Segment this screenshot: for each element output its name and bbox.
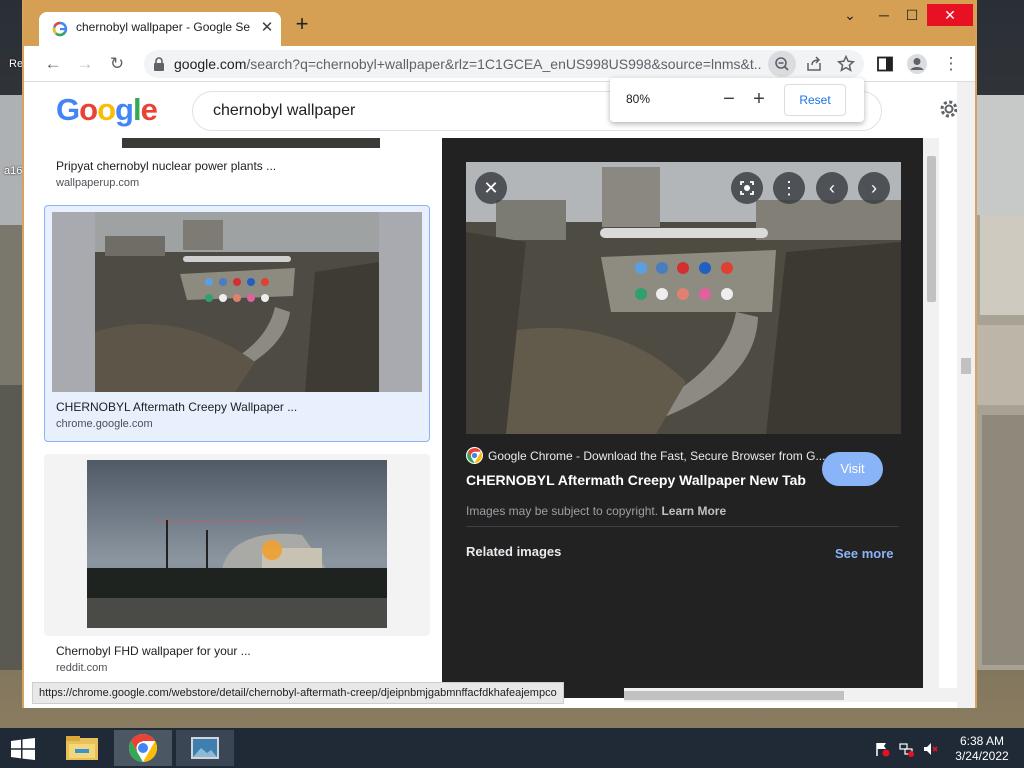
chernobyl-fhd-thumbnail-image	[87, 460, 387, 628]
result-image-partial[interactable]	[122, 138, 380, 148]
google-favicon-icon	[52, 21, 68, 37]
file-explorer-taskbar-button[interactable]	[53, 730, 111, 766]
maximize-button[interactable]: ☐	[892, 4, 932, 26]
divider	[466, 526, 899, 527]
taskbar: 6:38 AM 3/24/2022	[0, 728, 1024, 768]
desktop-icon-label-2[interactable]: a16	[4, 165, 22, 177]
result-source[interactable]: wallpaperup.com	[56, 177, 139, 189]
clock-date: 3/24/2022	[955, 749, 1009, 763]
status-bar-url: https://chrome.google.com/webstore/detai…	[32, 682, 564, 704]
google-logo-letter: G	[56, 92, 80, 127]
browser-toolbar: ← → ↻ google.com/search?q=chernobyl+wall…	[24, 46, 975, 82]
bookmark-star-icon[interactable]	[836, 54, 856, 74]
result-source[interactable]: reddit.com	[56, 662, 107, 674]
wallpaper-left-strip	[0, 95, 22, 670]
google-logo-letter: o	[79, 92, 98, 127]
url-text[interactable]: google.com/search?q=chernobyl+wallpaper&…	[174, 56, 762, 72]
google-logo-letter: o	[97, 92, 116, 127]
profile-avatar-icon[interactable]	[906, 53, 928, 75]
volume-muted-icon[interactable]	[922, 741, 938, 757]
clock-time: 6:38 AM	[959, 734, 1005, 748]
zoom-out-button[interactable]: −	[718, 88, 740, 110]
google-logo[interactable]: Google	[56, 92, 158, 128]
see-more-link[interactable]: See more	[835, 546, 894, 561]
visit-button[interactable]: Visit	[822, 452, 883, 486]
preview-scrollbar[interactable]	[923, 138, 939, 698]
result-title[interactable]: CHERNOBYL Aftermath Creepy Wallpaper ...	[56, 400, 297, 414]
learn-more-link[interactable]: Learn More	[661, 504, 726, 518]
close-window-button[interactable]: ✕	[927, 4, 973, 26]
flag-icon[interactable]	[874, 741, 890, 757]
chrome-window: chernobyl wallpaper - Google Se ✕ + ⌄ ─ …	[22, 0, 977, 708]
zoom-icon[interactable]	[768, 51, 796, 77]
related-images-heading: Related images	[466, 544, 562, 559]
result-title[interactable]: Chernobyl FHD wallpaper for your ...	[56, 644, 251, 658]
chrome-taskbar-button[interactable]	[114, 730, 172, 766]
chrome-menu-button[interactable]: ⋮	[938, 51, 964, 77]
lock-icon[interactable]	[153, 57, 165, 71]
preview-title[interactable]: CHERNOBYL Aftermath Creepy Wallpaper New…	[466, 472, 806, 488]
page-scrollbar[interactable]	[957, 82, 975, 708]
windows-start-icon[interactable]	[10, 738, 36, 760]
new-tab-button[interactable]: +	[291, 13, 313, 36]
tab-strip: chernobyl wallpaper - Google Se ✕ + ⌄ ─ …	[24, 0, 975, 46]
previous-image-icon[interactable]: ‹	[816, 172, 848, 204]
zoom-level: 80%	[626, 92, 651, 106]
visual-search-icon[interactable]	[731, 172, 763, 204]
address-bar[interactable]: google.com/search?q=chernobyl+wallpaper&…	[144, 50, 864, 78]
tab-close-icon[interactable]: ✕	[258, 19, 276, 37]
result-source[interactable]: chrome.google.com	[56, 418, 153, 430]
image-preview-panel: ✕ ⋮ ‹ › Google Chrome - Download the Fas…	[442, 138, 923, 698]
zoom-reset-button[interactable]: Reset	[784, 84, 846, 116]
network-icon[interactable]	[898, 741, 914, 757]
next-image-icon[interactable]: ›	[858, 172, 890, 204]
zoom-in-button[interactable]: +	[748, 88, 770, 110]
side-panel-icon[interactable]	[876, 55, 894, 73]
forward-button[interactable]: →	[72, 51, 98, 77]
share-icon[interactable]	[804, 54, 824, 74]
horizontal-scrollbar[interactable]	[624, 688, 957, 702]
photos-taskbar-button[interactable]	[176, 730, 234, 766]
result-card[interactable]	[44, 454, 430, 636]
page-viewport: Google chernobyl wallpaper Pripyat chern…	[24, 82, 975, 708]
chrome-logo-icon	[466, 447, 483, 464]
more-options-icon[interactable]: ⋮	[773, 172, 805, 204]
google-logo-letter: l	[132, 92, 142, 127]
result-title[interactable]: Pripyat chernobyl nuclear power plants .…	[56, 159, 276, 173]
preview-source[interactable]: Google Chrome - Download the Fast, Secur…	[488, 449, 825, 463]
reload-button[interactable]: ↻	[104, 51, 130, 77]
search-query[interactable]: chernobyl wallpaper	[213, 102, 355, 120]
chernobyl-thumbnail-image	[95, 212, 379, 392]
image-results-column: Pripyat chernobyl nuclear power plants .…	[24, 138, 442, 708]
google-logo-letter: g	[115, 92, 134, 127]
system-clock[interactable]: 6:38 AM 3/24/2022	[950, 734, 1014, 764]
close-preview-icon[interactable]: ✕	[475, 172, 507, 204]
result-card-selected[interactable]: CHERNOBYL Aftermath Creepy Wallpaper ...…	[44, 205, 430, 442]
desktop-icon-label[interactable]: Re	[9, 58, 23, 70]
wallpaper-right-strip	[976, 95, 1024, 670]
zoom-popup: 80% − + Reset	[610, 78, 864, 122]
active-tab[interactable]: chernobyl wallpaper - Google Se ✕	[39, 12, 281, 46]
result-thumbnail[interactable]	[52, 212, 422, 392]
copyright-notice: Images may be subject to copyright. Lear…	[466, 504, 727, 518]
back-button[interactable]: ←	[40, 51, 66, 77]
google-logo-letter: e	[140, 92, 158, 127]
tab-title: chernobyl wallpaper - Google Se	[76, 20, 251, 34]
